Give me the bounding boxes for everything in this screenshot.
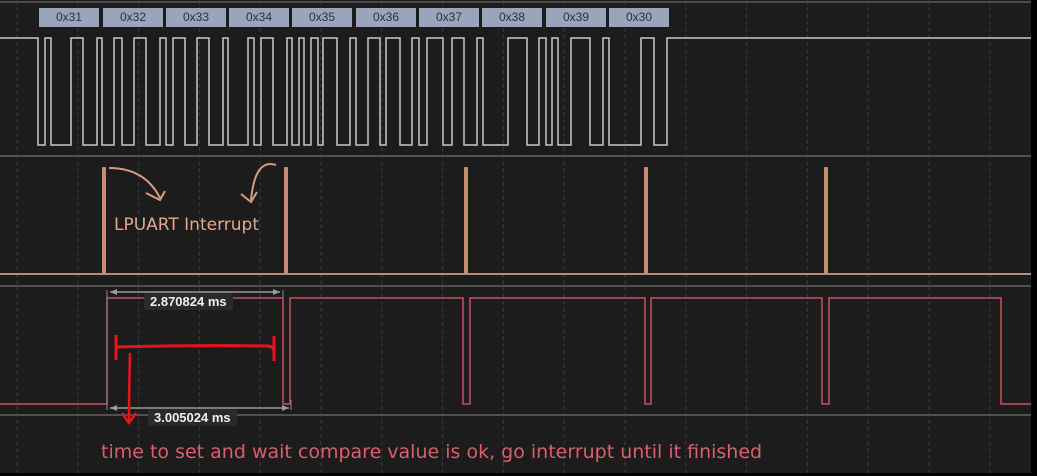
byte-label[interactable]: 0x32 [103, 8, 163, 27]
byte-label[interactable]: 0x38 [482, 8, 542, 27]
arrowhead-icon [145, 190, 166, 202]
interrupt-annotation: LPUART Interrupt [114, 215, 259, 235]
waveform-canvas[interactable] [0, 0, 1031, 473]
pwm-trace [0, 297, 1031, 405]
byte-label[interactable]: 0x39 [546, 8, 606, 27]
byte-label[interactable]: 0x34 [229, 8, 289, 27]
annotation-arrow [127, 352, 132, 423]
pulse-width-measurement[interactable]: 2.870824 ms [144, 293, 233, 310]
bottom-annotation: time to set and wait compare value is ok… [101, 441, 763, 463]
arrowhead-icon [240, 191, 258, 204]
byte-label[interactable]: 0x31 [39, 8, 99, 27]
byte-label[interactable]: 0x35 [292, 8, 352, 27]
byte-label[interactable]: 0x30 [609, 8, 669, 27]
byte-label[interactable]: 0x33 [166, 8, 226, 27]
period-measurement[interactable]: 3.005024 ms [148, 409, 237, 426]
logic-analyzer-view[interactable]: 0x31 0x32 0x33 0x34 0x35 0x36 0x37 0x38 … [0, 0, 1031, 473]
annotation-bracket [115, 344, 276, 351]
byte-label[interactable]: 0x36 [356, 8, 416, 27]
uart-trace [0, 37, 1031, 146]
byte-label[interactable]: 0x37 [419, 8, 479, 27]
curved-arrow-icon [108, 167, 161, 199]
